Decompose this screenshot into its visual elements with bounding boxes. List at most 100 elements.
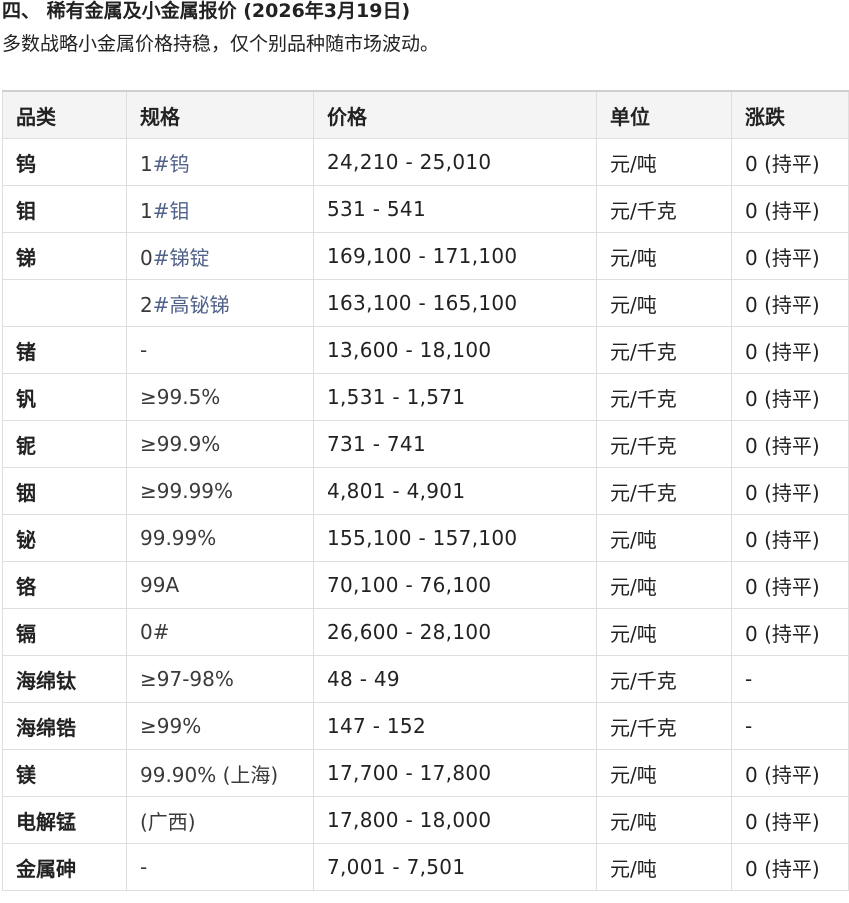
table-row: 铟 ≥99.99% 4,801 - 4,901 元/千克 0 (持平) [2, 467, 849, 515]
price-cell: 163,100 - 165,100 [313, 279, 597, 327]
spec-text: 1 [140, 151, 153, 176]
change-cell: 0 (持平) [731, 796, 849, 844]
spec-text: ≥99.99% [140, 479, 234, 503]
spec-cell: (广西) [126, 796, 314, 844]
spec-cell: 2#高铋锑 [126, 279, 314, 327]
price-cell: 17,800 - 18,000 [313, 796, 597, 844]
change-cell: 0 (持平) [731, 232, 849, 280]
price-cell: 4,801 - 4,901 [313, 467, 597, 515]
category-cell: 钒 [2, 373, 127, 421]
spec-text: ≥99% [140, 714, 202, 738]
spec-text: 0 [140, 245, 153, 270]
table-row: 锗 - 13,600 - 18,100 元/千克 0 (持平) [2, 326, 849, 374]
unit-cell: 元/吨 [596, 796, 732, 844]
spec-text: 1 [140, 198, 153, 223]
price-cell: 147 - 152 [313, 702, 597, 750]
spec-cell: ≥99.9% [126, 420, 314, 468]
spec-anchor-link[interactable]: #钨 [153, 152, 190, 176]
spec-text: 99.90% (上海) [140, 762, 279, 787]
table-row: 海绵钛 ≥97-98% 48 - 49 元/千克 - [2, 655, 849, 703]
table-row: 铬 99A 70,100 - 76,100 元/吨 0 (持平) [2, 561, 849, 609]
category-cell: 铌 [2, 420, 127, 468]
spec-text: 99.99% [140, 526, 217, 550]
spec-cell: ≥99.5% [126, 373, 314, 421]
spec-anchor-link[interactable]: #锑锭 [153, 246, 210, 270]
change-cell: 0 (持平) [731, 326, 849, 374]
price-cell: 70,100 - 76,100 [313, 561, 597, 609]
price-cell: 24,210 - 25,010 [313, 138, 597, 186]
change-cell: 0 (持平) [731, 843, 849, 891]
unit-cell: 元/吨 [596, 279, 732, 327]
unit-cell: 元/千克 [596, 185, 732, 233]
section-subtitle: 多数战略小金属价格持稳，仅个别品种随市场波动。 [2, 33, 440, 55]
price-cell: 1,531 - 1,571 [313, 373, 597, 421]
table-header-row: 品类 规格 价格 单位 涨跌 [2, 90, 849, 139]
category-cell: 钨 [2, 138, 127, 186]
table-body: 钨 1#钨 24,210 - 25,010 元/吨 0 (持平) 钼 1#钼 531 - 54… [2, 138, 849, 891]
change-cell: 0 (持平) [731, 420, 849, 468]
change-cell: - [731, 655, 849, 703]
change-cell: 0 (持平) [731, 467, 849, 515]
change-cell: 0 (持平) [731, 138, 849, 186]
spec-cell: 99.90% (上海) [126, 749, 314, 797]
spec-text: ≥97-98% [140, 667, 234, 691]
category-cell: 镁 [2, 749, 127, 797]
spec-anchor-link[interactable]: #钼 [153, 199, 190, 223]
price-cell: 13,600 - 18,100 [313, 326, 597, 374]
table-row: 钼 1#钼 531 - 541 元/千克 0 (持平) [2, 185, 849, 233]
spec-text: - [140, 338, 148, 362]
table-row: 锑 0#锑锭 169,100 - 171,100 元/吨 0 (持平) [2, 232, 849, 280]
change-cell: 0 (持平) [731, 185, 849, 233]
header-unit: 单位 [596, 90, 732, 139]
unit-cell: 元/千克 [596, 326, 732, 374]
spec-text: (广西) [140, 809, 196, 834]
price-cell: 169,100 - 171,100 [313, 232, 597, 280]
spec-text: ≥99.5% [140, 385, 221, 409]
change-cell: 0 (持平) [731, 608, 849, 656]
table-row: 钨 1#钨 24,210 - 25,010 元/吨 0 (持平) [2, 138, 849, 186]
category-cell: 铬 [2, 561, 127, 609]
price-table: 品类 规格 价格 单位 涨跌 钨 1#钨 24,210 - 25,010 元/吨 0 (… [2, 90, 849, 891]
spec-cell: - [126, 326, 314, 374]
spec-cell: 1#钼 [126, 185, 314, 233]
spec-cell: 1#钨 [126, 138, 314, 186]
spec-cell: ≥99.99% [126, 467, 314, 515]
table-row: 2#高铋锑 163,100 - 165,100 元/吨 0 (持平) [2, 279, 849, 327]
spec-text: 0# [140, 620, 170, 644]
price-cell: 731 - 741 [313, 420, 597, 468]
price-cell: 26,600 - 28,100 [313, 608, 597, 656]
unit-cell: 元/吨 [596, 232, 732, 280]
change-cell: - [731, 702, 849, 750]
unit-cell: 元/吨 [596, 749, 732, 797]
unit-cell: 元/千克 [596, 655, 732, 703]
section-title: 四、 稀有金属及小金属报价 (2026年3月19日) [2, 0, 411, 22]
table-row: 镁 99.90% (上海) 17,700 - 17,800 元/吨 0 (持平) [2, 749, 849, 797]
header-change: 涨跌 [731, 90, 849, 139]
spec-cell: 0# [126, 608, 314, 656]
spec-anchor-link[interactable]: #高铋锑 [153, 293, 230, 317]
category-cell: 海绵钛 [2, 655, 127, 703]
spec-cell: - [126, 843, 314, 891]
category-cell: 铟 [2, 467, 127, 515]
category-cell: 锗 [2, 326, 127, 374]
table-row: 电解锰 (广西) 17,800 - 18,000 元/吨 0 (持平) [2, 796, 849, 844]
category-cell: 锑 [2, 232, 127, 280]
spec-cell: ≥97-98% [126, 655, 314, 703]
spec-cell: ≥99% [126, 702, 314, 750]
header-category: 品类 [2, 90, 127, 139]
price-cell: 7,001 - 7,501 [313, 843, 597, 891]
unit-cell: 元/吨 [596, 561, 732, 609]
table-row: 铌 ≥99.9% 731 - 741 元/千克 0 (持平) [2, 420, 849, 468]
unit-cell: 元/吨 [596, 514, 732, 562]
unit-cell: 元/千克 [596, 420, 732, 468]
change-cell: 0 (持平) [731, 279, 849, 327]
change-cell: 0 (持平) [731, 749, 849, 797]
price-cell: 531 - 541 [313, 185, 597, 233]
spec-text: 99A [140, 573, 180, 597]
table-row: 钒 ≥99.5% 1,531 - 1,571 元/千克 0 (持平) [2, 373, 849, 421]
unit-cell: 元/千克 [596, 373, 732, 421]
spec-text: - [140, 855, 148, 879]
category-cell: 铋 [2, 514, 127, 562]
header-spec: 规格 [126, 90, 314, 139]
spec-text: 2 [140, 292, 153, 317]
